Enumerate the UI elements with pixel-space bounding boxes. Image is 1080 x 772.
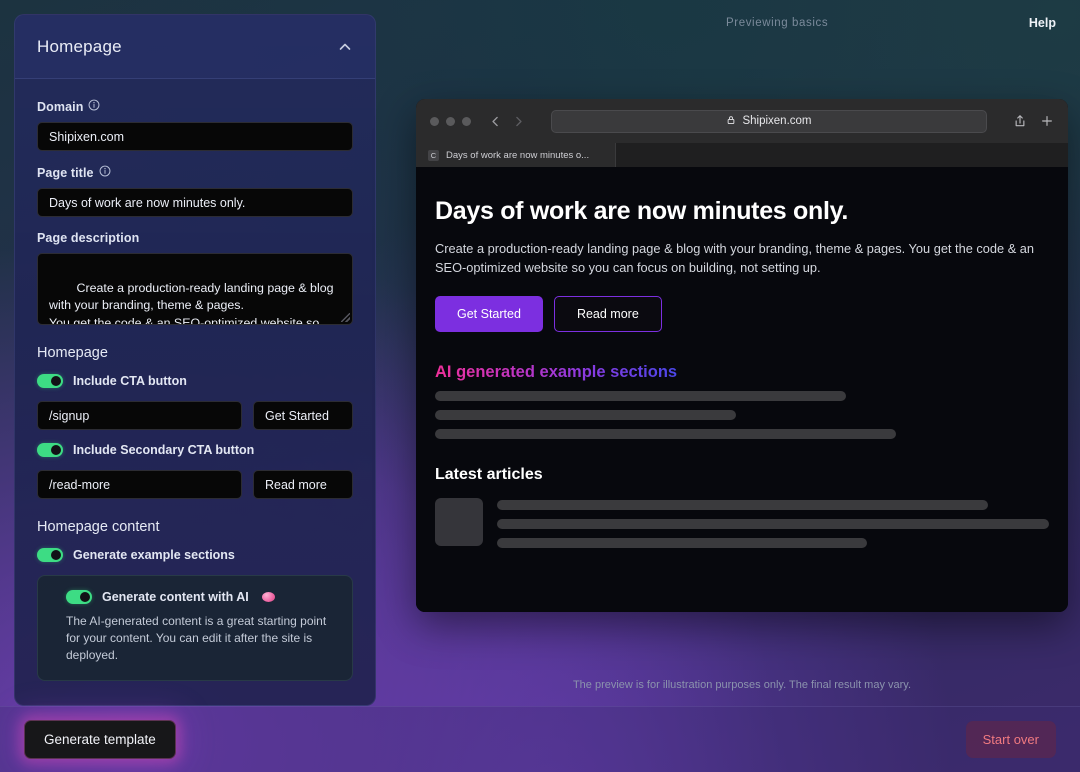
browser-nav[interactable] <box>489 115 525 128</box>
latest-articles-heading: Latest articles <box>435 466 1049 484</box>
secondary-cta-inputs-row <box>37 470 353 499</box>
page-description-textarea[interactable]: Create a production-ready landing page &… <box>37 253 353 325</box>
site-preview-content: Days of work are now minutes only. Creat… <box>416 167 1068 612</box>
cta-label-input[interactable] <box>253 401 353 430</box>
start-over-button[interactable]: Start over <box>966 721 1056 758</box>
browser-address-bar[interactable]: Shipixen.com <box>551 110 987 133</box>
preview-get-started-button[interactable]: Get Started <box>435 296 543 332</box>
list-item[interactable] <box>435 498 1049 548</box>
sidebar-header[interactable]: Homepage <box>15 15 375 79</box>
preview-disclaimer: The preview is for illustration purposes… <box>416 679 1068 691</box>
domain-label: Domain <box>37 99 353 114</box>
window-controls[interactable] <box>430 117 471 126</box>
page-description-label-text: Page description <box>37 231 139 245</box>
article-thumbnail <box>435 498 483 546</box>
ai-description: The AI-generated content is a great star… <box>54 613 336 664</box>
skeleton-bar <box>435 391 846 401</box>
chevron-right-icon[interactable] <box>512 115 525 128</box>
tab-favicon-icon: C <box>428 150 439 161</box>
cta-inputs-row <box>37 401 353 430</box>
hero-heading: Days of work are now minutes only. <box>435 197 1049 226</box>
browser-tab-strip: C Days of work are now minutes o... <box>416 143 1068 167</box>
browser-tab[interactable]: C Days of work are now minutes o... <box>416 143 616 167</box>
page-title-label-text: Page title <box>37 166 94 180</box>
chevron-left-icon[interactable] <box>489 115 502 128</box>
article-skeleton-lines <box>497 498 1049 548</box>
sidebar-body: Domain Page title <box>15 79 375 691</box>
help-link[interactable]: Help <box>1029 16 1056 30</box>
preview-read-more-button[interactable]: Read more <box>554 296 662 332</box>
cta-path-input[interactable] <box>37 401 242 430</box>
include-cta-toggle-row[interactable]: Include CTA button <box>37 374 353 388</box>
page-title: Homepage <box>37 37 122 57</box>
include-secondary-cta-toggle-row[interactable]: Include Secondary CTA button <box>37 443 353 457</box>
ai-sections-heading: AI generated example sections <box>435 363 677 382</box>
domain-field: Domain <box>37 99 353 151</box>
plus-icon[interactable] <box>1040 114 1054 128</box>
skeleton-bar <box>497 519 1049 529</box>
include-secondary-cta-toggle[interactable] <box>37 443 63 457</box>
generate-sections-toggle-row[interactable]: Generate example sections <box>37 548 353 562</box>
generate-with-ai-toggle-row[interactable]: Generate content with AI <box>54 590 336 604</box>
include-secondary-cta-label: Include Secondary CTA button <box>73 443 254 457</box>
browser-preview-window: Shipixen.com C Days of work are now minu… <box>416 99 1068 612</box>
homepage-section-title: Homepage <box>37 345 353 361</box>
chevron-up-icon[interactable] <box>337 39 353 55</box>
brain-emoji-icon <box>262 592 275 602</box>
action-bar: Generate template Start over <box>0 706 1080 772</box>
generate-sections-label: Generate example sections <box>73 548 235 562</box>
close-dot-icon[interactable] <box>430 117 439 126</box>
page-description-field: Page description Create a production-rea… <box>37 231 353 325</box>
page-title-label: Page title <box>37 165 353 180</box>
domain-input[interactable] <box>37 122 353 151</box>
resize-handle-icon[interactable] <box>341 313 350 322</box>
generate-sections-toggle[interactable] <box>37 548 63 562</box>
info-icon[interactable] <box>99 165 111 180</box>
info-icon[interactable] <box>88 99 100 114</box>
generate-with-ai-label: Generate content with AI <box>102 590 249 604</box>
page-description-label: Page description <box>37 231 353 245</box>
browser-chrome-actions[interactable] <box>1013 114 1054 128</box>
ai-content-card: Generate content with AI The AI-generate… <box>37 575 353 681</box>
previewing-status-text: Previewing basics <box>726 17 828 29</box>
include-cta-label: Include CTA button <box>73 374 187 388</box>
preview-topbar: Previewing basics Help <box>404 0 1080 48</box>
hero-buttons: Get Started Read more <box>435 296 1049 332</box>
lock-icon <box>726 115 736 128</box>
skeleton-bar <box>435 410 736 420</box>
secondary-cta-path-input[interactable] <box>37 470 242 499</box>
hero-paragraph: Create a production-ready landing page &… <box>435 239 1049 277</box>
skeleton-bar <box>497 500 988 510</box>
tab-title: Days of work are now minutes o... <box>446 150 589 161</box>
page-description-value: Create a production-ready landing page &… <box>49 281 337 326</box>
browser-url-text: Shipixen.com <box>742 115 811 127</box>
generate-template-button[interactable]: Generate template <box>24 720 176 759</box>
ai-sections-skeletons <box>435 391 1049 439</box>
skeleton-bar <box>497 538 867 548</box>
page-title-input[interactable] <box>37 188 353 217</box>
minimize-dot-icon[interactable] <box>446 117 455 126</box>
share-icon[interactable] <box>1013 114 1027 128</box>
settings-sidebar: Homepage Domain Page title <box>14 14 376 706</box>
maximize-dot-icon[interactable] <box>462 117 471 126</box>
secondary-cta-label-input[interactable] <box>253 470 353 499</box>
skeleton-bar <box>435 429 896 439</box>
domain-label-text: Domain <box>37 100 83 114</box>
page-title-field: Page title <box>37 165 353 217</box>
homepage-content-section-title: Homepage content <box>37 519 353 535</box>
include-cta-toggle[interactable] <box>37 374 63 388</box>
generate-with-ai-toggle[interactable] <box>66 590 92 604</box>
browser-chrome: Shipixen.com <box>416 99 1068 143</box>
